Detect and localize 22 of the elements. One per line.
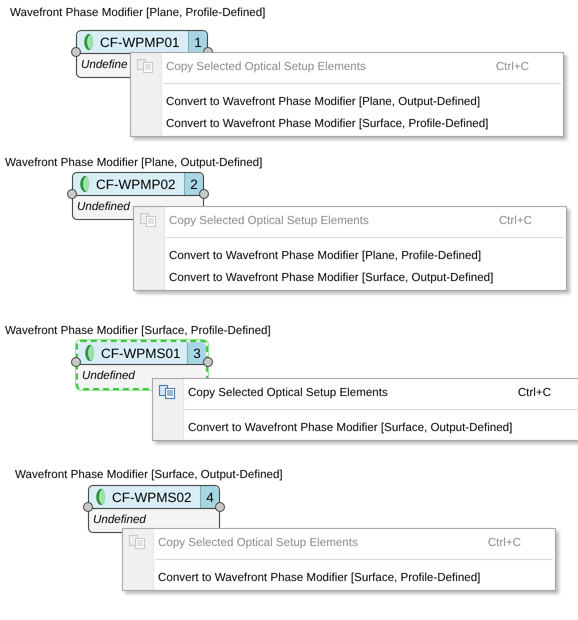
node-name: CF-WPMP02 [96, 176, 176, 192]
node-number: 3 [187, 342, 206, 364]
node-number: 2 [184, 173, 203, 195]
shortcut-label: Ctrl+C [518, 386, 551, 398]
shortcut-label: Ctrl+C [488, 536, 521, 548]
node-value: Undefined [81, 368, 136, 384]
node-number: 4 [200, 486, 219, 508]
node-value: Undefine [80, 57, 128, 73]
node-value: Undefined [92, 512, 147, 528]
shortcut-label: Ctrl+C [496, 60, 529, 72]
node-name: CF-WPMP01 [100, 34, 180, 50]
node-number: 1 [188, 31, 207, 53]
node-caption: Wavefront Phase Modifier [Plane, Profile-Defined] [10, 6, 266, 19]
node-caption: Wavefront Phase Modifier [Plane, Output-Defined] [5, 156, 262, 169]
node-caption: Wavefront Phase Modifier [Surface, Profile-Defined] [5, 324, 271, 337]
node-value: Undefined [76, 199, 131, 215]
node-name: CF-WPMS02 [112, 490, 192, 504]
node-name: CF-WPMS01 [101, 346, 181, 360]
menu-item-label: Copy Selected Optical Setup Elements [166, 60, 367, 72]
menu-item-label: Copy Selected Optical Setup Elements [158, 536, 359, 548]
node-caption: Wavefront Phase Modifier [Surface, Output-Defined] [15, 468, 283, 481]
shortcut-label: Ctrl+C [498, 214, 532, 226]
